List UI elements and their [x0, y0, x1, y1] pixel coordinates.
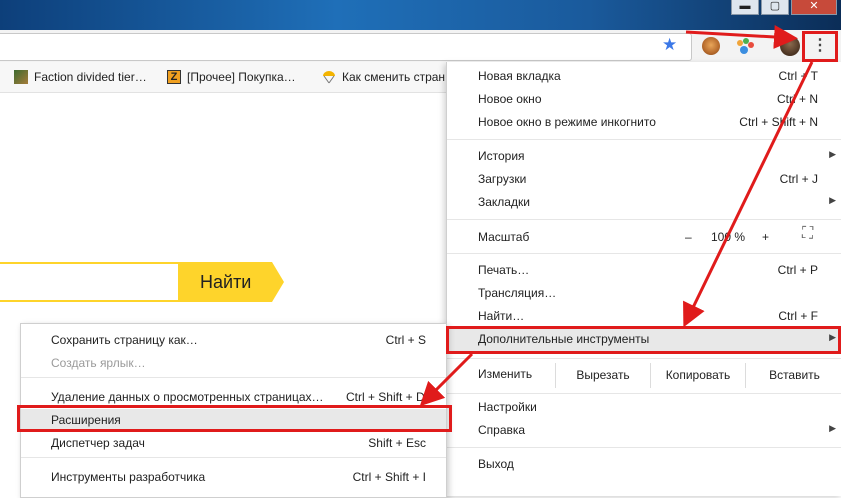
menu-item-new-tab[interactable]: Новая вкладка Ctrl + T	[447, 65, 841, 88]
more-tools-submenu: Сохранить страницу как… Ctrl + S Создать…	[20, 323, 447, 498]
address-bar[interactable]	[0, 33, 692, 61]
paste-button[interactable]: Вставить	[745, 363, 841, 388]
menu-item-print[interactable]: Печать… Ctrl + P	[447, 259, 841, 282]
menu-divider	[447, 358, 841, 359]
menu-divider	[447, 253, 841, 254]
menu-item-downloads[interactable]: Загрузки Ctrl + J	[447, 168, 841, 191]
monkey-extension-icon[interactable]	[702, 37, 720, 55]
copy-button[interactable]: Копировать	[650, 363, 745, 388]
menu-item-label: Закладки	[478, 195, 530, 209]
submenu-item-clear-data[interactable]: Удаление данных о просмотренных страница…	[21, 386, 446, 408]
menu-item-label: Удаление данных о просмотренных страница…	[51, 390, 324, 404]
menu-item-help[interactable]: Справка ▶	[447, 419, 841, 442]
submenu-arrow-icon: ▶	[829, 195, 836, 205]
zoom-out-button[interactable]: –	[685, 230, 692, 244]
menu-item-settings[interactable]: Настройки	[447, 396, 841, 419]
menu-item-incognito[interactable]: Новое окно в режиме инкогнито Ctrl + Shi…	[447, 111, 841, 134]
menu-item-label: Настройки	[478, 400, 537, 414]
maximize-button[interactable]: ▢	[761, 0, 789, 15]
menu-item-shortcut: Shift + Esc	[368, 436, 426, 450]
search-input[interactable]	[0, 262, 178, 302]
submenu-item-task-manager[interactable]: Диспетчер задач Shift + Esc	[21, 432, 446, 454]
menu-item-label: Сохранить страницу как…	[51, 333, 198, 347]
submenu-item-create-shortcut[interactable]: Создать ярлык…	[21, 352, 446, 374]
menu-item-history[interactable]: История ▶	[447, 145, 841, 168]
menu-item-cast[interactable]: Трансляция…	[447, 282, 841, 305]
menu-item-label: Печать…	[478, 263, 530, 277]
menu-item-label: История	[478, 149, 525, 163]
menu-item-label: Масштаб	[478, 230, 530, 244]
submenu-arrow-icon: ▶	[829, 332, 836, 342]
menu-item-shortcut: Ctrl + S	[385, 333, 426, 347]
menu-item-shortcut: Ctrl + T	[778, 69, 818, 83]
submenu-item-extensions[interactable]: Расширения	[21, 409, 446, 431]
zoom-level: 100 %	[711, 230, 746, 244]
bookmark-label: [Прочее] Покупка…	[187, 70, 296, 84]
menu-item-label: Трансляция…	[478, 286, 557, 300]
parachute-favicon-icon	[322, 70, 336, 84]
menu-item-label: Диспетчер задач	[51, 436, 145, 450]
menu-item-new-window[interactable]: Новое окно Ctrl + N	[447, 88, 841, 111]
menu-item-more-tools[interactable]: Дополнительные инструменты ▶	[447, 328, 841, 352]
bookmark-item[interactable]: Faction divided tier…	[14, 70, 147, 84]
menu-item-label: Найти…	[478, 309, 525, 323]
menu-item-label: Справка	[478, 423, 526, 437]
bookmark-label: Как сменить стран	[342, 70, 446, 84]
submenu-arrow-icon: ▶	[829, 423, 836, 433]
menu-divider	[21, 457, 446, 458]
menu-item-bookmarks[interactable]: Закладки ▶	[447, 191, 841, 214]
zoom-in-button[interactable]: +	[762, 230, 769, 244]
bookmark-label: Faction divided tier…	[34, 70, 147, 84]
menu-item-shortcut: Ctrl + J	[779, 172, 818, 186]
menu-item-zoom: Масштаб	[447, 226, 841, 249]
bookmark-item[interactable]: Как сменить стран	[322, 70, 445, 84]
menu-item-shortcut: Ctrl + N	[776, 92, 818, 106]
menu-item-label: Новая вкладка	[478, 69, 561, 83]
menu-divider	[447, 139, 841, 140]
search-button[interactable]: Найти	[178, 262, 284, 302]
menu-item-exit[interactable]: Выход	[447, 453, 841, 476]
window-titlebar: ▬ ▢ ✕	[0, 0, 841, 30]
menu-divider	[21, 377, 446, 378]
menu-item-shortcut: Ctrl + P	[777, 263, 818, 277]
chrome-main-menu: Новая вкладка Ctrl + T Новое окно Ctrl +…	[446, 62, 841, 496]
menu-item-shortcut: Ctrl + Shift + I	[352, 470, 426, 484]
menu-item-label: Дополнительные инструменты	[478, 332, 650, 346]
menu-item-shortcut: Ctrl + Shift + Del	[345, 390, 434, 404]
submenu-item-dev-tools[interactable]: Инструменты разработчика Ctrl + Shift + …	[21, 466, 446, 488]
menu-item-label: Загрузки	[478, 172, 527, 186]
window-controls: ▬ ▢ ✕	[731, 0, 837, 15]
fullscreen-icon[interactable]: ⛶	[802, 225, 813, 243]
menu-item-shortcut: Ctrl + Shift + N	[739, 115, 818, 129]
menu-item-shortcut: Ctrl + F	[778, 309, 818, 323]
paw-extension-icon[interactable]	[735, 37, 754, 55]
menu-item-label: Выход	[478, 457, 514, 471]
minimize-button[interactable]: ▬	[731, 0, 759, 15]
menu-divider	[447, 219, 841, 220]
bookmark-star-icon[interactable]: ★	[662, 35, 677, 55]
menu-item-label: Создать ярлык…	[51, 356, 146, 370]
submenu-item-save-page[interactable]: Сохранить страницу как… Ctrl + S	[21, 329, 446, 351]
user-avatar[interactable]	[780, 36, 800, 56]
menu-item-label: Расширения	[51, 413, 121, 427]
menu-item-find[interactable]: Найти… Ctrl + F	[447, 305, 841, 328]
menu-item-label: Новое окно	[478, 92, 542, 106]
bookmark-item[interactable]: Z [Прочее] Покупка…	[167, 70, 296, 84]
menu-item-label: Инструменты разработчика	[51, 470, 206, 484]
cut-button[interactable]: Вырезать	[555, 363, 650, 388]
menu-divider	[447, 447, 841, 448]
submenu-arrow-icon: ▶	[829, 149, 836, 159]
close-button[interactable]: ✕	[791, 0, 837, 15]
z-favicon-icon: Z	[167, 70, 181, 84]
menu-item-label: Изменить	[478, 367, 533, 381]
bookmark-favicon-icon	[14, 70, 28, 84]
menu-item-label: Новое окно в режиме инкогнито	[478, 115, 656, 129]
menu-divider	[447, 393, 841, 394]
menu-button[interactable]: ⋮	[807, 34, 833, 58]
